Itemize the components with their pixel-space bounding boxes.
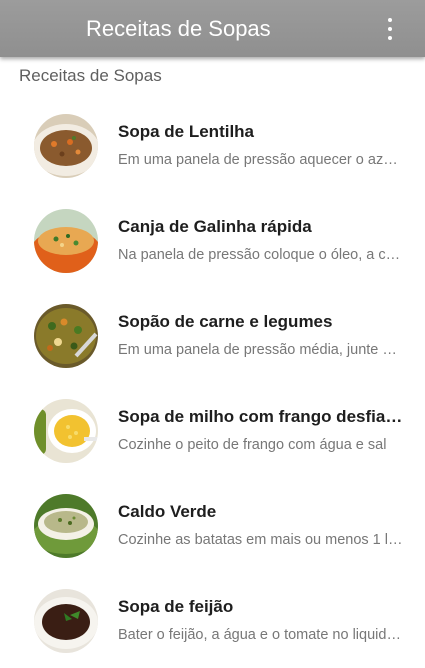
- more-vert-icon[interactable]: [385, 18, 395, 40]
- recipe-title: Sopão de carne e legumes: [118, 312, 333, 331]
- beef-vegetable-soup-image: [34, 304, 98, 368]
- recipe-preview: Cozinhe o peito de frango com água e sal: [118, 437, 387, 453]
- recipe-title: Caldo Verde: [118, 502, 217, 521]
- recipe-preview: Cozinhe as batatas em mais ou menos 1 li…: [118, 532, 403, 548]
- recipe-title: Sopa de Lentilha: [118, 122, 255, 141]
- list-item[interactable]: Sopa de feijão Bater o feijão, a água e …: [0, 573, 425, 668]
- list-item[interactable]: Sopa de Lentilha Em uma panela de pressã…: [0, 98, 425, 193]
- recipe-preview: Na panela de pressão coloque o óleo, a c…: [118, 247, 403, 263]
- recipe-preview: Bater o feijão, a água e o tomate no liq…: [118, 627, 403, 643]
- recipe-list: Sopa de Lentilha Em uma panela de pressã…: [0, 98, 425, 668]
- recipe-title: Sopa de milho com frango desfiado: [118, 407, 403, 426]
- lentil-soup-image: [34, 114, 98, 178]
- recipe-preview: Em uma panela de pressão média, junte a …: [118, 342, 403, 358]
- chicken-soup-image: [34, 209, 98, 273]
- list-item[interactable]: Caldo Verde Cozinhe as batatas em mais o…: [0, 478, 425, 573]
- recipe-title: Sopa de feijão: [118, 597, 234, 616]
- recipe-preview: Em uma panela de pressão aquecer o azeit…: [118, 152, 403, 168]
- bean-soup-image: [34, 589, 98, 653]
- app-bar: Receitas de Sopas: [0, 0, 425, 57]
- caldo-verde-image: [34, 494, 98, 558]
- list-item[interactable]: Sopa de milho com frango desfiado Cozinh…: [0, 383, 425, 478]
- list-item[interactable]: Sopão de carne e legumes Em uma panela d…: [0, 288, 425, 383]
- section-header: Receitas de Sopas: [19, 66, 162, 85]
- recipe-title: Canja de Galinha rápida: [118, 217, 312, 236]
- app-title: Receitas de Sopas: [86, 16, 271, 41]
- list-item[interactable]: Canja de Galinha rápida Na panela de pre…: [0, 193, 425, 288]
- corn-soup-image: [34, 399, 98, 463]
